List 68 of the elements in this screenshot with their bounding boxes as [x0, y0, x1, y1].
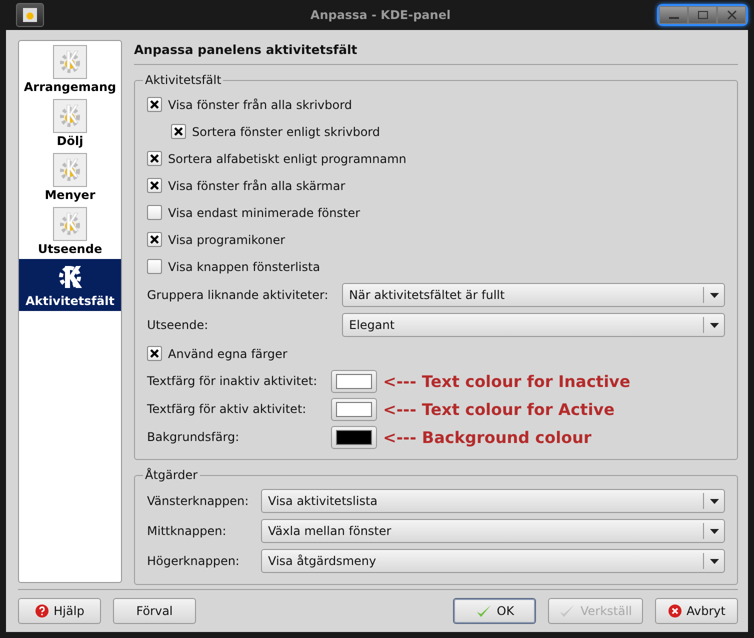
checkbox-label: Sortera fönster enligt skrivbord — [192, 124, 380, 138]
checkbox[interactable] — [171, 124, 186, 139]
checkbox-label: Sortera alfabetiskt enligt programnamn — [168, 152, 406, 166]
gear-icon — [53, 153, 87, 187]
checkbox[interactable] — [147, 259, 162, 274]
maximize-button[interactable] — [688, 6, 717, 24]
checkbox[interactable] — [147, 151, 162, 166]
gear-icon — [53, 99, 87, 133]
field-label: Textfärg för aktiv aktivitet: — [147, 402, 308, 416]
minimize-icon — [668, 17, 678, 19]
annotation: <--- Text colour for Active — [383, 400, 616, 418]
dropdown-arrow-icon — [710, 558, 718, 564]
checkbox-label: Visa knappen fönsterlista — [168, 260, 320, 274]
dropdown[interactable]: När aktivitetsfältet är fullt — [342, 283, 725, 307]
checkbox-label: Visa fönster från alla skärmar — [168, 178, 346, 192]
dropdown[interactable]: Visa aktivitetslista — [261, 489, 725, 513]
dialog-button[interactable]: OK — [453, 598, 536, 624]
field-label: Mittknappen: — [147, 524, 228, 538]
gear-icon — [53, 207, 87, 241]
field-label: Textfärg för inaktiv aktivitet: — [147, 374, 318, 388]
maximize-icon — [696, 10, 708, 20]
checkbox[interactable] — [147, 205, 162, 220]
app-icon[interactable] — [16, 3, 44, 27]
gear-icon — [53, 45, 87, 79]
color-button[interactable] — [331, 398, 377, 420]
minimize-button[interactable] — [659, 6, 688, 24]
dropdown[interactable]: Elegant — [342, 313, 725, 337]
cancel-icon — [668, 604, 682, 618]
field-label: Bakgrundsfärg: — [147, 430, 240, 444]
sidebar-item[interactable]: Utseende — [19, 205, 121, 259]
close-icon — [726, 10, 738, 20]
close-button[interactable] — [717, 6, 746, 24]
help-icon — [34, 604, 49, 618]
page-title: Anpassa panelens aktivitetsfält — [134, 40, 738, 65]
checkbox-label: Visa endast minimerade fönster — [168, 206, 360, 220]
color-button[interactable] — [331, 426, 377, 448]
annotation: <--- Background colour — [383, 428, 592, 446]
field-label: Högerknappen: — [147, 554, 240, 568]
checkbox[interactable] — [147, 346, 162, 361]
field-label: Vänsterknappen: — [147, 494, 250, 508]
check-icon — [476, 604, 492, 618]
field-label: Gruppera liknande aktiviteter: — [147, 288, 330, 302]
checkbox-label: Visa programikoner — [168, 232, 286, 246]
dialog-button[interactable]: Förval — [113, 598, 196, 624]
dropdown-arrow-icon — [710, 292, 718, 298]
group-title: Åtgärder — [144, 468, 199, 482]
annotation: <--- Text colour for Inactive — [383, 372, 632, 390]
dropdown-arrow-icon — [710, 322, 718, 328]
sidebar-item[interactable]: Dölj — [19, 97, 121, 151]
checkbox[interactable] — [147, 232, 162, 247]
checkbox[interactable] — [147, 97, 162, 112]
checkbox-label: Visa fönster från alla skrivbord — [168, 98, 352, 112]
checkbox[interactable] — [147, 178, 162, 193]
window-title: Anpassa - KDE-panel — [309, 8, 452, 22]
sidebar-item[interactable]: Menyer — [19, 151, 121, 205]
sidebar-item[interactable]: Arrangemang — [19, 43, 121, 97]
group-title: Aktivitetsfält — [144, 73, 222, 87]
dropdown[interactable]: Växla mellan fönster — [261, 519, 725, 543]
dialog-button[interactable]: Avbryt — [655, 598, 738, 624]
checkbox-label: Använd egna färger — [168, 346, 288, 360]
dropdown-arrow-icon — [710, 498, 718, 504]
check-icon — [559, 604, 576, 618]
dialog-button[interactable]: Hjälp — [18, 598, 101, 624]
field-label: Utseende: — [147, 318, 210, 332]
color-button[interactable] — [331, 370, 377, 392]
dropdown[interactable]: Visa åtgärdsmeny — [261, 549, 725, 573]
dropdown-arrow-icon — [710, 528, 718, 534]
sidebar-item[interactable]: Aktivitetsfält — [19, 259, 121, 311]
